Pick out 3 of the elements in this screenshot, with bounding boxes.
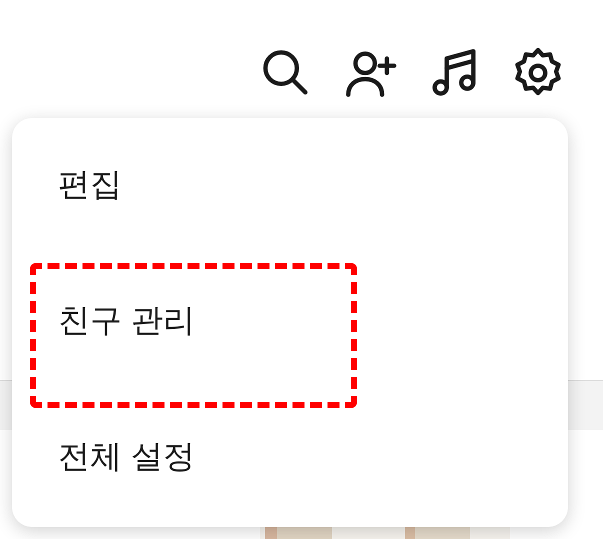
- menu-item[interactable]: 친구 관리: [58, 304, 195, 336]
- menu-item[interactable]: 전체 설정: [58, 440, 195, 472]
- menu-item[interactable]: 편집: [58, 168, 122, 200]
